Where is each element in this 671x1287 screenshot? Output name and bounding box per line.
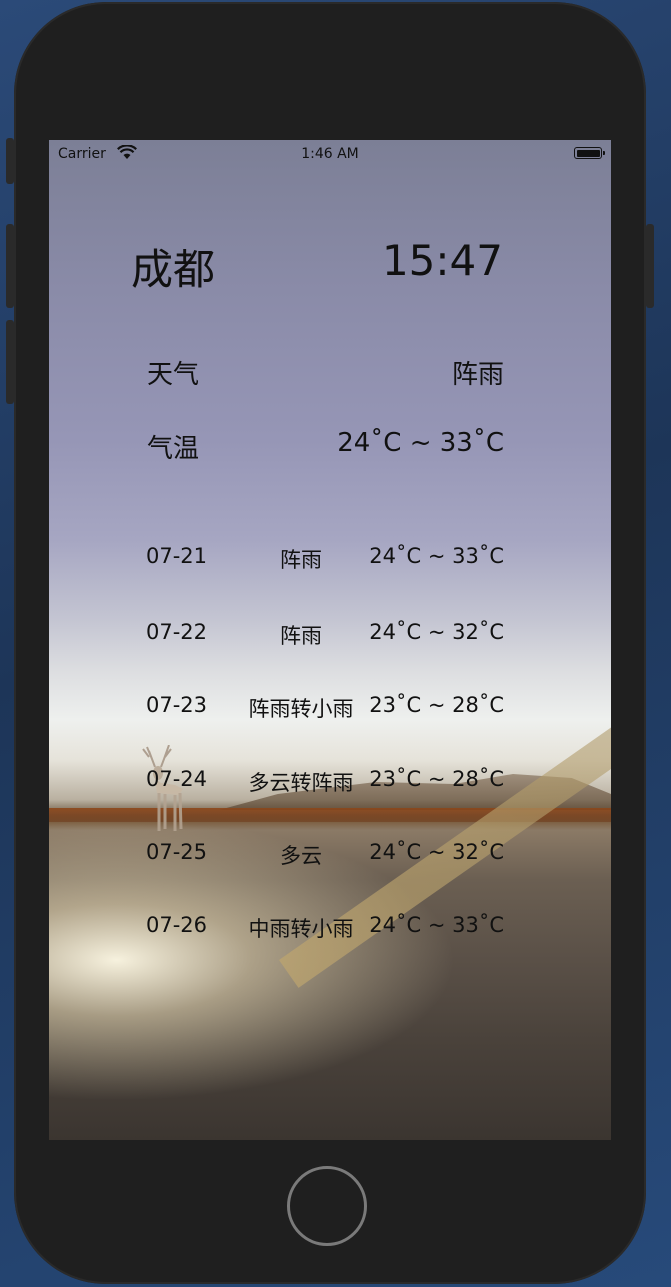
forecast-date: 07-21 xyxy=(146,544,208,568)
forecast-temperature: 24˚C ~ 32˚C xyxy=(369,620,504,644)
forecast-temperature: 24˚C ~ 32˚C xyxy=(369,840,504,864)
status-time: 1:46 AM xyxy=(301,146,359,162)
forecast-temperature: 23˚C ~ 28˚C xyxy=(369,767,504,791)
city-name: 成都 xyxy=(131,245,216,294)
forecast-row: 07-21 阵雨 24˚C ~ 33˚C xyxy=(49,544,611,574)
forecast-weather: 多云 xyxy=(280,844,322,868)
forecast-date: 07-22 xyxy=(146,620,208,644)
forecast-weather: 阵雨 xyxy=(280,548,322,572)
forecast-row: 07-22 阵雨 24˚C ~ 32˚C xyxy=(49,620,611,650)
mute-switch xyxy=(6,138,14,184)
volume-down-button xyxy=(6,320,14,404)
forecast-weather: 阵雨 xyxy=(280,624,322,648)
forecast-date: 07-25 xyxy=(146,840,208,864)
power-button xyxy=(646,224,654,308)
forecast-weather: 阵雨转小雨 xyxy=(248,697,354,721)
forecast-date: 07-23 xyxy=(146,693,208,717)
app-screen: Carrier 1:46 AM 成都 15:47 天气 阵雨 气温 24˚C ~… xyxy=(49,140,611,1140)
forecast-weather: 中雨转小雨 xyxy=(248,917,354,941)
forecast-row: 07-26 中雨转小雨 24˚C ~ 33˚C xyxy=(49,913,611,943)
forecast-weather: 多云转阵雨 xyxy=(248,771,354,795)
forecast-date: 07-26 xyxy=(146,913,208,937)
forecast-row: 07-25 多云 24˚C ~ 32˚C xyxy=(49,840,611,870)
forecast-temperature: 24˚C ~ 33˚C xyxy=(369,544,504,568)
forecast-date: 07-24 xyxy=(146,767,208,791)
battery-icon xyxy=(574,147,605,159)
forecast-row: 07-24 多云转阵雨 23˚C ~ 28˚C xyxy=(49,767,611,797)
forecast-temperature: 23˚C ~ 28˚C xyxy=(369,693,504,717)
weather-label: 天气 xyxy=(147,360,200,390)
home-button[interactable] xyxy=(287,1166,367,1246)
temperature-value: 24˚C ~ 33˚C xyxy=(337,428,504,458)
status-bar: Carrier 1:46 AM xyxy=(49,140,611,168)
temperature-label: 气温 xyxy=(147,434,200,464)
forecast-row: 07-23 阵雨转小雨 23˚C ~ 28˚C xyxy=(49,693,611,723)
volume-up-button xyxy=(6,224,14,308)
weather-value: 阵雨 xyxy=(451,360,504,390)
forecast-temperature: 24˚C ~ 33˚C xyxy=(369,913,504,937)
current-time: 15:47 xyxy=(381,236,503,285)
